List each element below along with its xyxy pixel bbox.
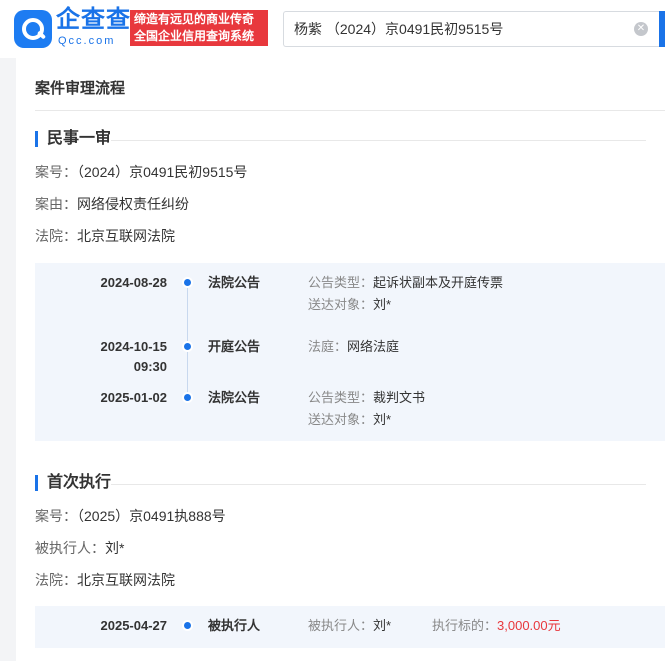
brand-name[interactable]: 企查查 xyxy=(56,6,131,34)
case-2-number: 案号：（2025）京0491执888号 xyxy=(35,508,226,524)
event-date: 2025-01-02 xyxy=(100,390,168,405)
timeline-line xyxy=(187,285,188,397)
case-process-card: 案件审理流程 民事一审 案号：（2024）京0491民初9515号 案由：网络侵… xyxy=(16,58,665,661)
case-1-divider xyxy=(111,140,646,141)
title-divider xyxy=(35,110,665,111)
timeline-dot-icon xyxy=(184,394,191,401)
event-type: 法院公告 xyxy=(208,390,261,405)
clear-icon[interactable]: ✕ xyxy=(634,22,648,36)
event-date: 2024-10-15 xyxy=(100,339,168,354)
accent-bar xyxy=(35,131,38,147)
timeline-dot-icon xyxy=(184,343,191,350)
timeline-dot-icon xyxy=(184,622,191,629)
event-detail: 公告类型：起诉状副本及开庭传票 xyxy=(308,275,504,290)
event-date: 2024-08-28 xyxy=(100,275,168,290)
event-detail: 公告类型：裁判文书 xyxy=(308,390,426,405)
event-detail-amount: 执行标的：3,000.00元 xyxy=(432,618,561,633)
slogan-line-1: 缔造有远见的商业传奇 xyxy=(134,12,255,26)
case-2-title: 首次执行 xyxy=(47,474,112,491)
case-1-cause: 案由：网络侵权责任纠纷 xyxy=(35,196,189,212)
event-detail: 法庭：网络法庭 xyxy=(308,339,400,354)
case-2-timeline: 2025-04-27 被执行人 被执行人：刘* 执行标的：3,000.00元 xyxy=(35,606,665,648)
event-type: 开庭公告 xyxy=(208,339,261,354)
case-2-court: 法院：北京互联网法院 xyxy=(35,572,175,588)
case-2-executed-party: 被执行人：刘* xyxy=(35,540,125,556)
event-detail: 送达对象：刘* xyxy=(308,297,392,312)
search-input[interactable] xyxy=(294,12,624,46)
top-header: 企查查 Qcc.com 缔造有远见的商业传奇 全国企业信用查询系统 ✕ xyxy=(0,0,665,58)
event-time: 09:30 xyxy=(133,359,167,374)
event-detail: 送达对象：刘* xyxy=(308,412,392,427)
event-type: 法院公告 xyxy=(208,275,261,290)
search-button[interactable] xyxy=(659,11,665,47)
slogan-banner: 缔造有远见的商业传奇 全国企业信用查询系统 xyxy=(130,10,268,46)
case-2-divider xyxy=(111,484,646,485)
timeline-dot-icon xyxy=(184,279,191,286)
case-1-timeline: 2024-08-28 法院公告 公告类型：起诉状副本及开庭传票 送达对象：刘* … xyxy=(35,263,665,441)
slogan-line-2: 全国企业信用查询系统 xyxy=(134,29,255,43)
qcc-logo-icon[interactable] xyxy=(14,10,52,48)
event-detail: 被执行人：刘* xyxy=(308,618,392,633)
brand-domain: Qcc.com xyxy=(58,35,116,47)
search-box: ✕ xyxy=(283,11,665,47)
accent-bar xyxy=(35,475,38,491)
section-title: 案件审理流程 xyxy=(35,80,126,97)
event-date: 2025-04-27 xyxy=(100,618,168,633)
case-1-court: 法院：北京互联网法院 xyxy=(35,228,175,244)
case-1-number: 案号：（2024）京0491民初9515号 xyxy=(35,164,248,180)
case-1-title: 民事一审 xyxy=(47,130,112,147)
event-type: 被执行人 xyxy=(208,618,261,633)
